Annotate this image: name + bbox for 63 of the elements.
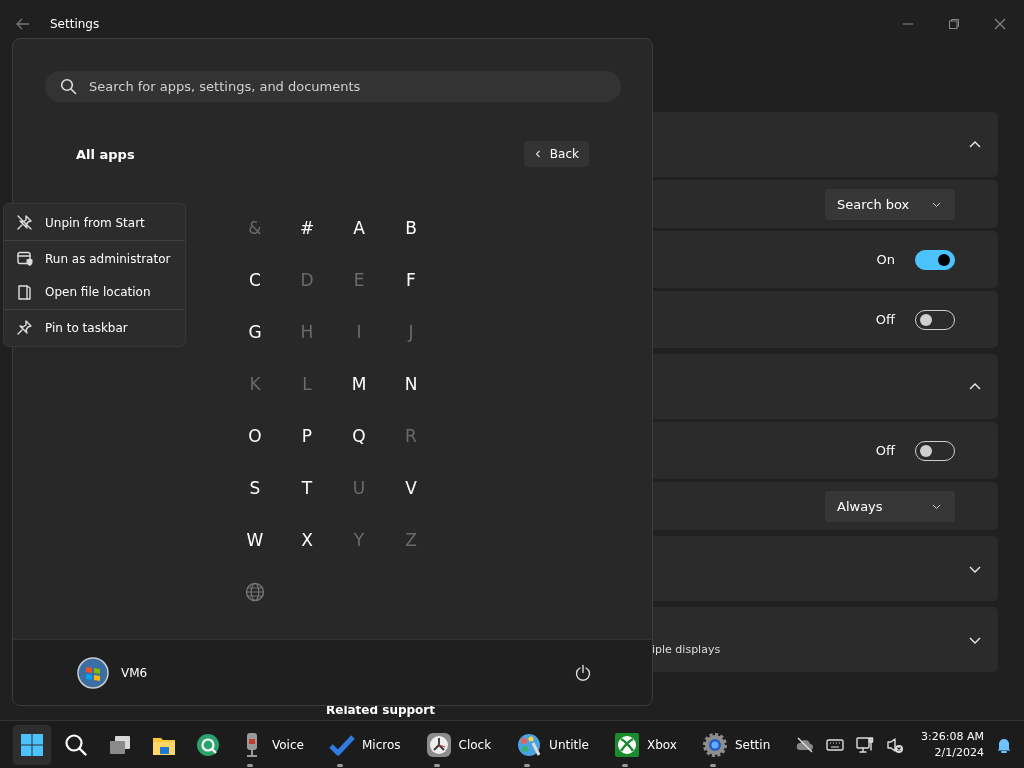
taskbar-button[interactable]: Clock xyxy=(419,724,497,765)
user-avatar-icon[interactable] xyxy=(77,656,109,689)
xbox-logo-icon xyxy=(612,730,641,759)
running-indicator xyxy=(247,763,253,767)
back-button[interactable]: Back xyxy=(523,141,589,167)
window-shield-icon xyxy=(16,250,33,267)
user-name[interactable]: VM6 xyxy=(121,665,148,680)
globe-icon xyxy=(245,582,265,602)
document-icon xyxy=(16,283,33,300)
letter-button[interactable]: B xyxy=(385,202,437,254)
menu-item[interactable]: Run as administrator xyxy=(4,242,185,275)
gear-icon xyxy=(700,730,729,759)
toggle-label: On xyxy=(876,252,895,267)
taskbar-button[interactable]: Settin xyxy=(695,724,776,765)
letter-button[interactable]: G xyxy=(229,306,281,358)
close-icon[interactable] xyxy=(994,18,1006,30)
letter-button[interactable]: S xyxy=(229,462,281,514)
toggle-label: Off xyxy=(875,443,895,458)
clock-icon xyxy=(424,730,453,759)
window-title: Settings xyxy=(50,17,100,31)
search-icon xyxy=(60,78,77,95)
maximize-icon[interactable] xyxy=(948,18,960,30)
menu-item[interactable]: Unpin from Start xyxy=(4,206,185,239)
clock-time[interactable]: 3:26:08 AM xyxy=(921,728,984,745)
letter-button[interactable]: C xyxy=(229,254,281,306)
letter-button[interactable]: W xyxy=(229,514,281,566)
taskbar-button[interactable]: Untitle xyxy=(510,724,594,765)
menu-item[interactable]: Open file location xyxy=(4,275,185,308)
dropdown[interactable]: Always xyxy=(825,490,955,522)
letter-button[interactable]: N xyxy=(385,358,437,410)
taskbar-button[interactable]: Voice xyxy=(233,724,309,765)
toggle-switch[interactable] xyxy=(915,249,955,270)
unpin-icon xyxy=(16,214,33,231)
letter-button[interactable]: X xyxy=(281,514,333,566)
dropdown[interactable]: Search box xyxy=(825,188,955,220)
chevron-left-icon xyxy=(533,150,542,158)
letter-button[interactable]: T xyxy=(281,462,333,514)
letter-button[interactable]: Q xyxy=(333,410,385,462)
start-button[interactable] xyxy=(13,724,51,765)
section-heading: All apps xyxy=(76,146,135,162)
letter-button[interactable]: # xyxy=(281,202,333,254)
clock-date[interactable]: 2/1/2024 xyxy=(934,744,984,761)
pin-icon xyxy=(16,319,33,336)
toggle-label: Off xyxy=(875,312,895,327)
menu-item[interactable]: Pin to taskbar xyxy=(4,311,185,344)
taskbar-button[interactable]: Xbox xyxy=(607,724,682,765)
letter-button[interactable]: F xyxy=(385,254,437,306)
power-icon[interactable] xyxy=(574,663,592,682)
network-icon[interactable] xyxy=(855,734,876,755)
running-indicator xyxy=(524,763,531,767)
letter-button[interactable]: M xyxy=(333,358,385,410)
running-indicator xyxy=(336,763,343,767)
running-indicator xyxy=(709,763,716,767)
running-indicator xyxy=(433,763,440,767)
back-arrow-icon[interactable] xyxy=(16,17,30,31)
letter-button[interactable]: P xyxy=(281,410,333,462)
letter-button[interactable]: V xyxy=(385,462,437,514)
letter-button[interactable]: A xyxy=(333,202,385,254)
letter-button[interactable]: O xyxy=(229,410,281,462)
search-field[interactable]: Search for apps, settings, and documents xyxy=(45,71,621,102)
running-indicator xyxy=(621,763,628,767)
taskbar-button[interactable]: Micros xyxy=(322,724,406,765)
card-subtitle: iple displays xyxy=(652,643,721,656)
